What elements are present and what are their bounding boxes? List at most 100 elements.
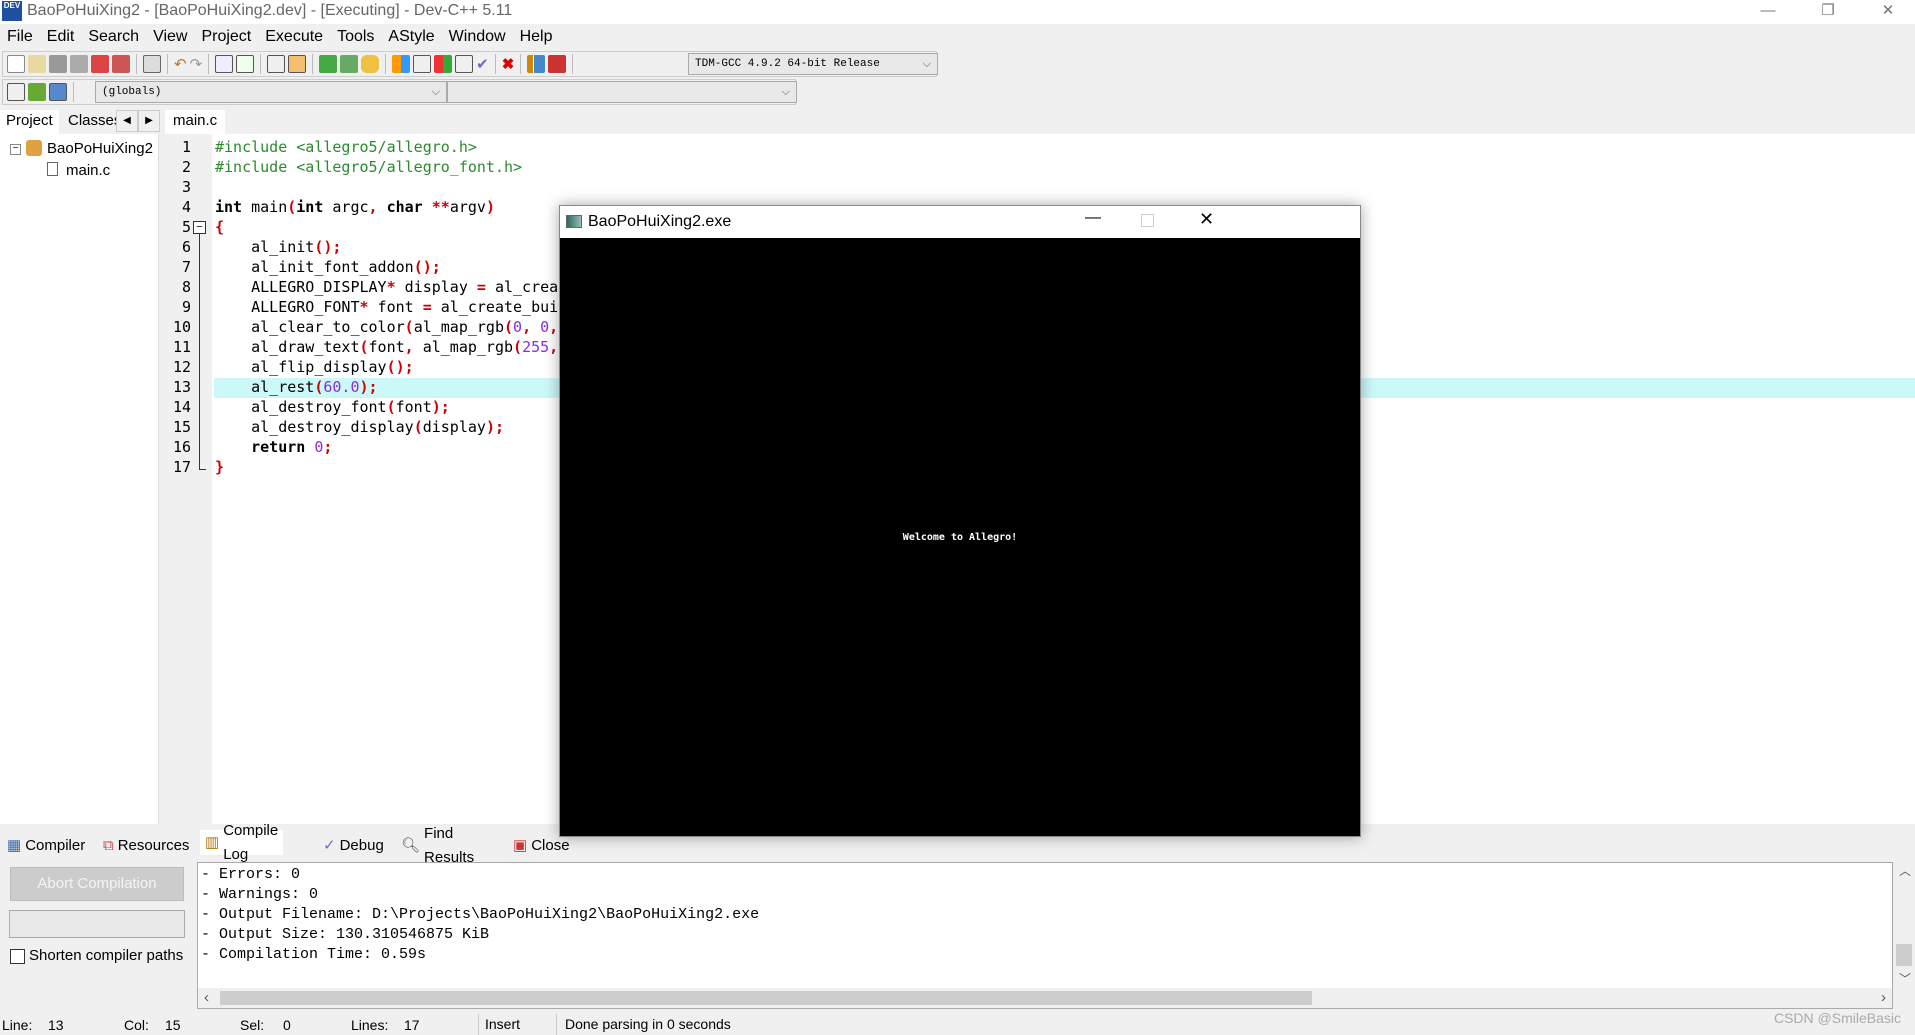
code-line[interactable]: al_init();: [215, 238, 341, 256]
minimize-button[interactable]: —: [1745, 0, 1791, 24]
vertical-scrollbar[interactable]: ︿ ﹀: [1893, 862, 1915, 989]
fold-collapse-icon[interactable]: −: [193, 221, 206, 234]
compile-log[interactable]: ‹ › - Errors: 0 - Warnings: 0 - Output Fil…: [197, 862, 1893, 1009]
menu-edit[interactable]: Edit: [40, 26, 82, 48]
code-token: ,: [522, 318, 532, 336]
chevron-down-icon: ⌵: [431, 86, 440, 98]
restore-button[interactable]: ❐: [1805, 0, 1851, 24]
scroll-left-icon[interactable]: ◀: [116, 110, 138, 132]
watermark: CSDN @SmileBasic: [1773, 1010, 1901, 1026]
menu-search[interactable]: Search: [81, 26, 146, 48]
code-token: #include <allegro5/allegro_font.h>: [215, 158, 523, 176]
menu-window[interactable]: Window: [442, 26, 513, 48]
tree-item-main-c[interactable]: main.c: [66, 162, 110, 179]
close-all-icon[interactable]: [112, 55, 130, 73]
horizontal-scrollbar[interactable]: ‹ ›: [198, 988, 1892, 1008]
code-line[interactable]: ALLEGRO_FONT* font = al_create_bui: [215, 298, 558, 316]
code-line[interactable]: #include <allegro5/allegro.h>: [215, 138, 477, 156]
scope-select[interactable]: (globals) ⌵: [95, 81, 447, 103]
code-line[interactable]: al_init_font_addon();: [215, 258, 441, 276]
save-icon[interactable]: [49, 55, 67, 73]
menu-astyle[interactable]: AStyle: [381, 26, 441, 48]
scroll-right-arrow-icon[interactable]: ›: [1881, 989, 1886, 1006]
scroll-left-arrow-icon[interactable]: ‹: [204, 989, 209, 1006]
compiler-select[interactable]: TDM-GCC 4.9.2 64-bit Release ⌵: [688, 53, 938, 75]
menu-view[interactable]: View: [146, 26, 194, 48]
save-all-icon[interactable]: [70, 55, 88, 73]
shorten-paths-checkbox[interactable]: [10, 949, 25, 964]
tab-find-results[interactable]: 🔍︎ Find Results: [396, 825, 479, 866]
tab-debug[interactable]: ✓ Debug: [318, 833, 389, 858]
code-line[interactable]: ALLEGRO_DISPLAY* display = al_crea: [215, 278, 558, 296]
collapse-icon[interactable]: −: [10, 144, 21, 155]
print-icon[interactable]: [143, 55, 161, 73]
exe-window[interactable]: BaoPoHuiXing2.exe — ✕ Welcome to Allegro…: [559, 205, 1361, 837]
exe-maximize-button[interactable]: [1141, 214, 1154, 227]
profile-icon[interactable]: [527, 55, 546, 73]
code-line[interactable]: {: [215, 218, 224, 236]
code-line[interactable]: return 0;: [215, 438, 332, 456]
undo-icon[interactable]: ↶: [174, 55, 187, 73]
code-token: (: [504, 318, 514, 336]
scroll-up-icon[interactable]: ︿: [1899, 862, 1911, 879]
run-icon[interactable]: [413, 55, 432, 73]
stop-execution-icon[interactable]: ✖: [502, 55, 515, 73]
rebuild-icon[interactable]: [455, 55, 474, 73]
syntax-check-icon[interactable]: ✔: [476, 55, 489, 73]
remove-from-project-icon[interactable]: [340, 55, 359, 73]
tab-close[interactable]: ▣ Close: [508, 833, 575, 858]
code-line[interactable]: int main(int argc, char **argv): [215, 198, 495, 216]
redo-icon[interactable]: ↷: [190, 55, 203, 73]
tab-main-c[interactable]: main.c: [165, 110, 226, 134]
add-to-project-icon[interactable]: [319, 55, 338, 73]
new-file-icon[interactable]: [7, 55, 25, 73]
code-token: ALLEGRO_DISPLAY: [215, 278, 387, 296]
compile-run-icon[interactable]: [434, 55, 453, 73]
bookmark-icon[interactable]: [49, 83, 67, 101]
replace-icon[interactable]: [236, 55, 255, 73]
goto-definition-icon[interactable]: [28, 83, 46, 101]
indent-icon[interactable]: [267, 55, 286, 73]
code-line[interactable]: al_destroy_display(display);: [215, 418, 504, 436]
code-line[interactable]: al_destroy_font(font);: [215, 398, 450, 416]
open-icon[interactable]: [28, 55, 46, 73]
project-options-icon[interactable]: [361, 55, 380, 73]
unindent-icon[interactable]: [288, 55, 307, 73]
exe-close-button[interactable]: ✕: [1199, 209, 1214, 230]
menu-tools[interactable]: Tools: [330, 26, 381, 48]
code-line[interactable]: }: [215, 458, 224, 476]
code-line[interactable]: #include <allegro5/allegro_font.h>: [215, 158, 522, 176]
menu-help[interactable]: Help: [513, 26, 560, 48]
menu-project[interactable]: Project: [194, 26, 258, 48]
compile-icon[interactable]: [392, 55, 411, 73]
progress-bar: [9, 910, 185, 938]
close-icon: ▣: [513, 836, 528, 854]
function-select[interactable]: ⌵: [447, 81, 797, 103]
title-bar: DEV BaoPoHuiXing2 - [BaoPoHuiXing2.dev] …: [0, 0, 1915, 24]
scroll-right-icon[interactable]: ▶: [138, 110, 160, 132]
code-line[interactable]: al_rest(60.0);: [215, 378, 377, 396]
abort-compilation-button[interactable]: Abort Compilation: [10, 867, 184, 901]
scrollbar-thumb[interactable]: [220, 991, 1312, 1005]
exe-minimize-button[interactable]: —: [1085, 209, 1101, 227]
code-line[interactable]: al_clear_to_color(al_map_rgb(0, 0,: [215, 318, 558, 336]
find-icon[interactable]: [215, 55, 234, 73]
close-button[interactable]: ✕: [1865, 0, 1911, 24]
tree-item-project[interactable]: BaoPoHuiXing2: [47, 140, 153, 157]
tab-project[interactable]: Project: [0, 110, 59, 134]
code-token: ;: [323, 438, 333, 456]
delete-profile-icon[interactable]: [548, 55, 567, 73]
menu-execute[interactable]: Execute: [258, 26, 330, 48]
vscroll-thumb[interactable]: [1896, 944, 1912, 966]
tab-classes[interactable]: Classes: [62, 110, 116, 134]
scroll-down-icon[interactable]: ﹀: [1899, 970, 1911, 987]
code-line[interactable]: al_draw_text(font, al_map_rgb(255,: [215, 338, 558, 356]
close-file-icon[interactable]: [91, 55, 109, 73]
menu-file[interactable]: File: [0, 26, 40, 48]
goto-declaration-icon[interactable]: [7, 83, 25, 101]
tab-resources[interactable]: ⧉ Resources: [98, 833, 194, 858]
tab-compiler[interactable]: ▦ Compiler: [2, 833, 90, 858]
code-token: 0: [540, 318, 550, 336]
tab-compile-log[interactable]: ▥ Compile Log: [200, 822, 284, 863]
code-line[interactable]: al_flip_display();: [215, 358, 414, 376]
